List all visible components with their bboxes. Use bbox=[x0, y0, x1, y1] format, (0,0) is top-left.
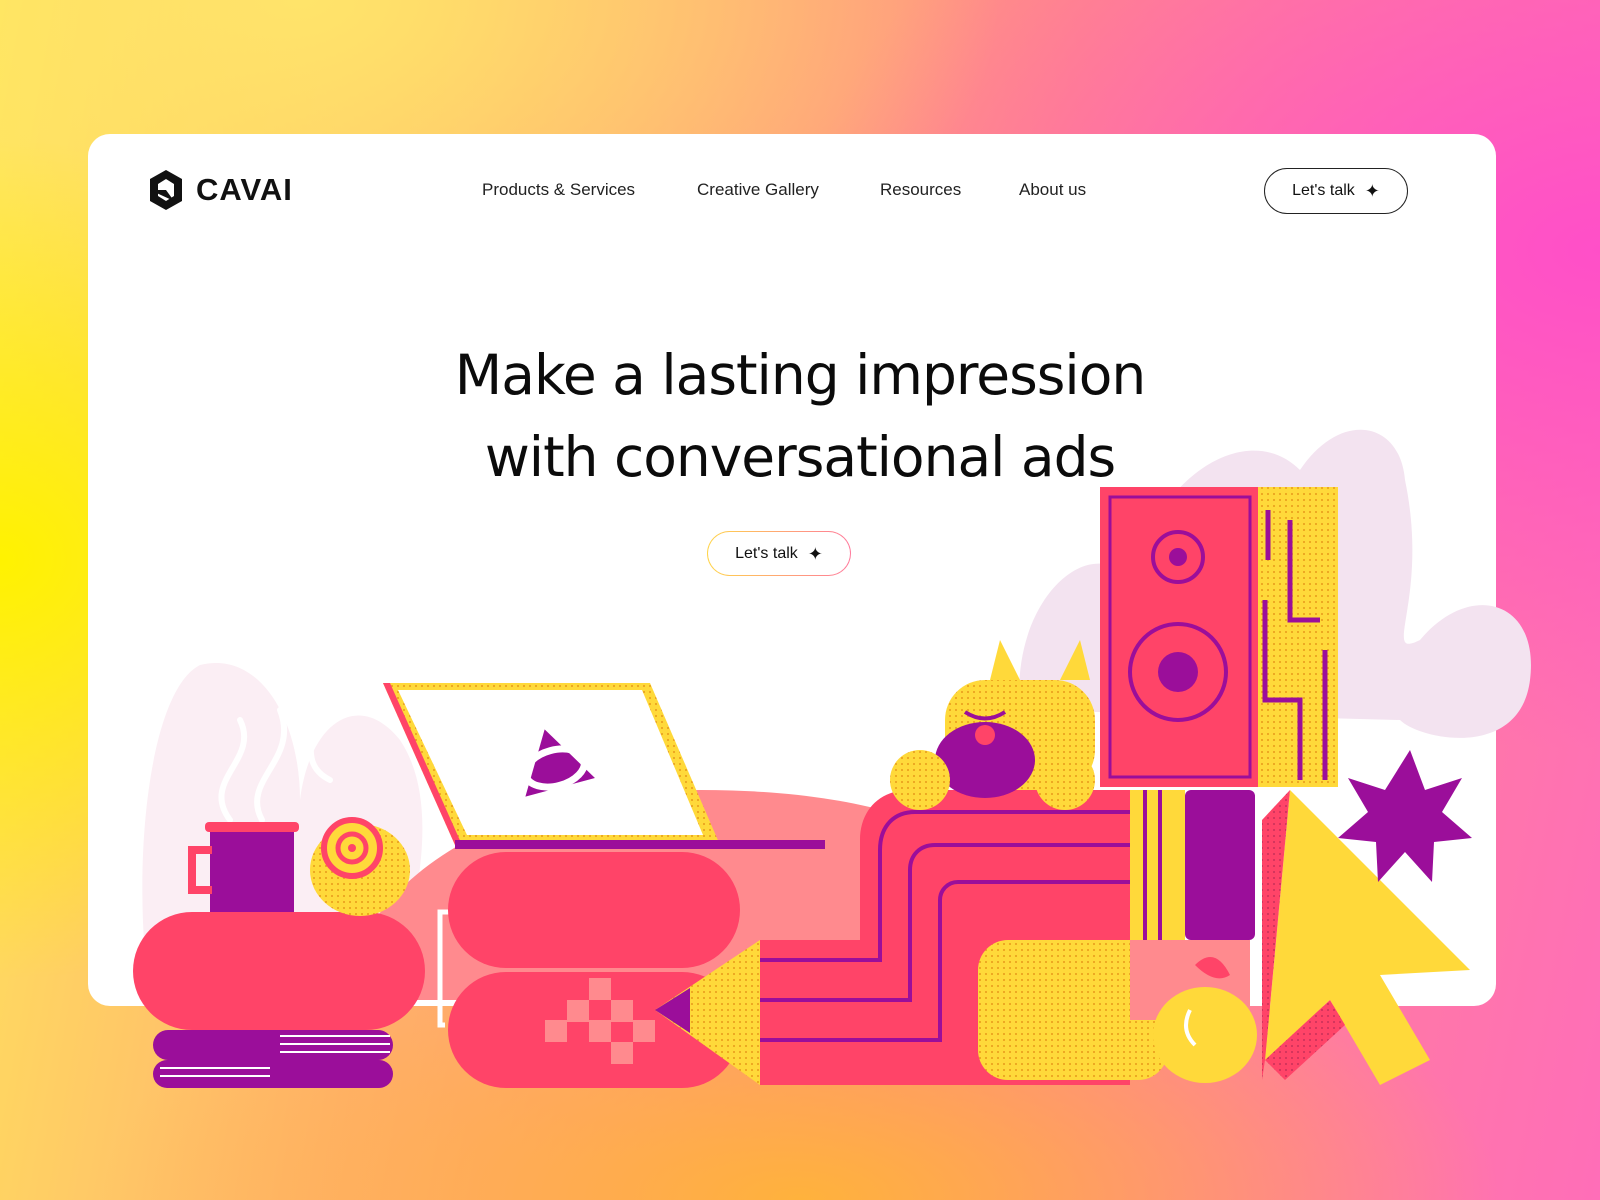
lets-talk-hero-button[interactable]: Let's talk ✦ bbox=[707, 531, 851, 576]
brand-name: CAVAI bbox=[196, 172, 293, 207]
nav-item-products-services[interactable]: Products & Services bbox=[482, 180, 635, 200]
pink-cushion-left bbox=[133, 912, 425, 1030]
hero-headline-line-1: Make a lasting impression bbox=[454, 343, 1146, 407]
lets-talk-label: Let's talk bbox=[735, 544, 798, 562]
sparkle-icon: ✦ bbox=[807, 543, 823, 564]
lets-talk-label: Let's talk bbox=[1292, 182, 1355, 199]
lets-talk-header-button[interactable]: Let's talk ✦ bbox=[1264, 168, 1408, 214]
pink-cushion-middle-top bbox=[448, 852, 740, 968]
striped-pillars bbox=[1130, 790, 1255, 940]
hero-headline-line-2: with conversational ads bbox=[484, 425, 1116, 489]
speaker-icon bbox=[1100, 487, 1338, 787]
nav-item-creative-gallery[interactable]: Creative Gallery bbox=[697, 180, 819, 200]
cavai-logo-icon bbox=[150, 170, 182, 210]
nav-item-about-us[interactable]: About us bbox=[1019, 180, 1086, 200]
hero-headline: Make a lasting impression with conversat… bbox=[300, 334, 1300, 498]
sparkle-icon: ✦ bbox=[1364, 181, 1380, 201]
nav-item-resources[interactable]: Resources bbox=[880, 180, 961, 200]
brand-logo[interactable]: CAVAI bbox=[146, 168, 293, 212]
books-stack bbox=[153, 1030, 393, 1088]
